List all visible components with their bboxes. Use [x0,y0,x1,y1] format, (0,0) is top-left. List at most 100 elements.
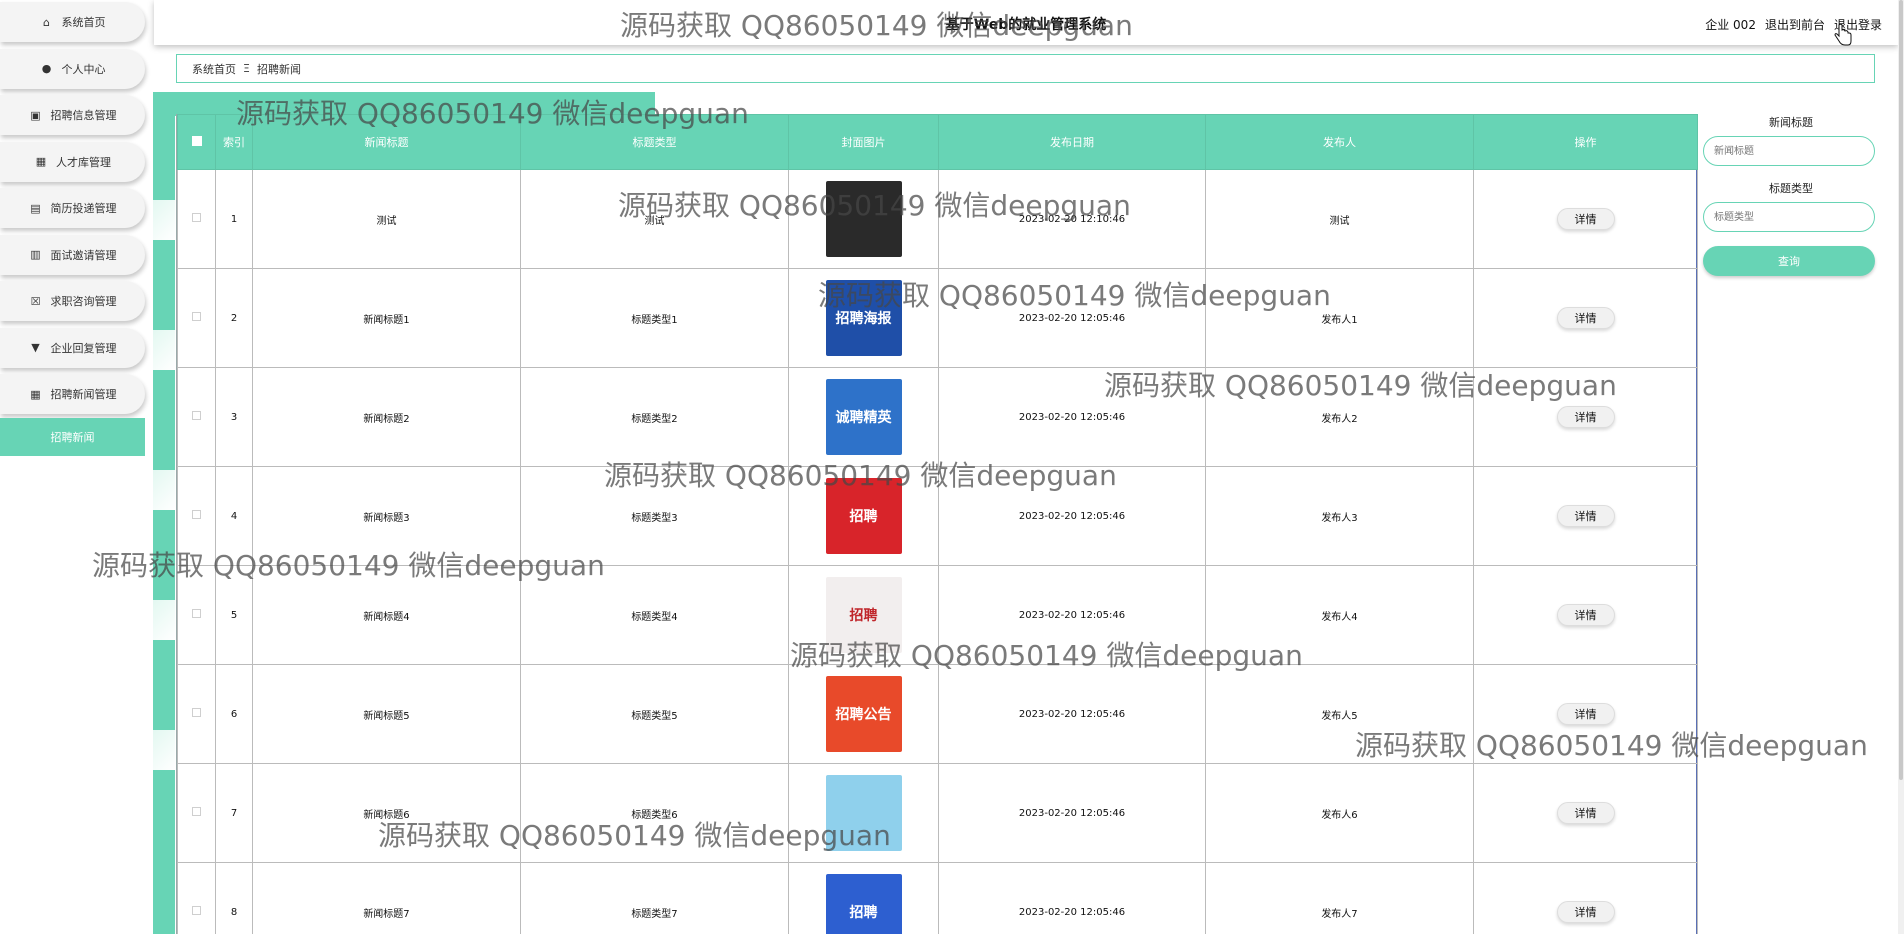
title-search-input[interactable] [1703,136,1875,166]
row-checkbox[interactable] [192,807,201,816]
cover-image-text: 招聘 [849,608,878,624]
detail-button[interactable]: 详情 [1556,703,1615,725]
row-checkbox[interactable] [192,510,201,519]
sidebar-item[interactable]: ▣ 招聘信息管理 [0,95,145,135]
sidebar-item-label: 个人中心 [61,62,106,76]
column-header: 发布人 [1205,114,1474,170]
sidebar-item-label: 简历投递管理 [50,202,117,215]
breadcrumb-separator-icon: Ξ [243,62,250,75]
news-table-container: 索引 新闻标题 标题类型 封面图片 发布日期 发布人 操作 1 测试 测试 2023-02-20 … [176,114,1698,934]
sidebar-subitem-active[interactable]: 招聘新闻 [0,418,145,456]
detail-button[interactable]: 详情 [1556,802,1615,824]
sidebar-item-label: 招聘新闻管理 [50,388,117,401]
row-index: 6 [215,664,253,764]
action-cell: 详情 [1473,466,1698,566]
breadcrumb-current: 招聘新闻 [256,62,301,76]
detail-button[interactable]: 详情 [1556,901,1615,923]
column-header: 标题类型 [520,114,789,170]
row-checkbox[interactable] [192,906,201,915]
publish-date: 2023-02-20 12:05:46 [938,466,1206,566]
cover-image-text: 招聘 [849,509,878,525]
detail-button[interactable]: 详情 [1556,208,1615,230]
action-cell: 详情 [1473,763,1698,863]
sidebar-item-label: 系统首页 [61,16,106,29]
select-all-checkbox[interactable] [191,135,202,146]
cover-image-text: 诚聘精英 [835,410,892,426]
publisher: 测试 [1205,169,1474,269]
sidebar-item-label: 人才库管理 [56,155,111,169]
row-index: 1 [215,169,253,269]
sidebar-item-label: 面试邀请管理 [50,248,117,262]
table-row: 3 新闻标题2 标题类型2 诚聘精英 2023-02-20 12:05:46 发布人2 详情 [177,367,1698,467]
briefcase-icon: ▣ [30,108,41,122]
table-body: 1 测试 测试 2023-02-20 12:10:46 测试 详情 2 新闻标题1 标题类型1 招… [177,169,1698,934]
cover-image: 招聘公告 [825,676,902,752]
row-checkbox[interactable] [192,609,201,618]
cover-image: 诚聘精英 [825,379,902,455]
app-title: 基于Web的就业管理系统 [945,17,1107,33]
row-checkbox[interactable] [192,411,201,420]
sidebar-item[interactable]: ▥ 面试邀请管理 [0,234,145,275]
sidebar-item[interactable]: ● 个人中心 [0,48,145,89]
table-row: 7 新闻标题6 标题类型6 2023-02-20 12:05:46 发布人6 详情 [177,763,1698,863]
sidebar-item[interactable]: ▤ 简历投递管理 [0,188,145,228]
breadcrumb-home[interactable]: 系统首页 [192,61,236,77]
sidebar-item[interactable]: ▦ 招聘新闻管理 [0,374,145,414]
publisher: 发布人2 [1205,367,1474,467]
row-select-cell [177,664,216,764]
action-cell: 详情 [1473,565,1698,665]
decor-stripe [153,470,175,510]
row-checkbox[interactable] [192,708,201,717]
cover-image-cell: 诚聘精英 [788,367,939,467]
title-type: 标题类型5 [520,664,789,764]
detail-button[interactable]: 详情 [1556,307,1615,329]
row-index: 7 [215,763,253,863]
type-search-input[interactable] [1703,202,1875,232]
close-box-icon: ☒ [30,294,41,308]
row-select-cell [177,169,216,269]
news-title: 新闻标题2 [252,367,521,467]
cover-image-text: 招聘公告 [835,707,892,723]
row-select-cell [177,367,216,467]
table-row: 6 新闻标题5 标题类型5 招聘公告 2023-02-20 12:05:46 发布人5 详情 [177,664,1698,764]
cover-image [825,775,902,851]
row-checkbox[interactable] [192,312,201,321]
publish-date: 2023-02-20 12:05:46 [938,565,1206,665]
news-table: 索引 新闻标题 标题类型 封面图片 发布日期 发布人 操作 1 测试 测试 2023-02-20 … [177,114,1698,934]
detail-button[interactable]: 详情 [1556,505,1615,527]
cover-image-cell: 招聘 [788,466,939,566]
publish-date: 2023-02-20 12:05:46 [938,862,1206,934]
news-title: 新闻标题3 [252,466,521,566]
publish-date: 2023-02-20 12:05:46 [938,367,1206,467]
action-cell: 详情 [1473,367,1698,467]
table-row: 5 新闻标题4 标题类型4 招聘 2023-02-20 12:05:46 发布人4 详情 [177,565,1698,665]
cover-image: 招聘 [825,478,902,554]
row-index: 8 [215,862,253,934]
publisher: 发布人7 [1205,862,1474,934]
select-all-header[interactable] [177,114,216,170]
row-checkbox[interactable] [192,213,201,222]
sidebar-item[interactable]: ▼ 企业回复管理 [0,327,145,368]
publish-date: 2023-02-20 12:10:46 [938,169,1206,269]
cover-image-cell: 招聘 [788,565,939,665]
page-scrollbar-thumb[interactable] [1899,0,1903,780]
detail-button[interactable]: 详情 [1556,604,1615,626]
cover-image: 招聘 [825,874,902,934]
sidebar-item[interactable]: ▦ 人才库管理 [0,141,145,182]
search-panel: 新闻标题 标题类型 查询 [1703,114,1879,276]
news-title: 新闻标题1 [252,268,521,368]
user-icon: ● [41,62,52,75]
row-select-cell [177,268,216,368]
news-title: 测试 [252,169,521,269]
action-cell: 详情 [1473,664,1698,764]
sidebar-item-label: 企业回复管理 [50,341,117,355]
detail-button[interactable]: 详情 [1556,406,1615,428]
to-front-link[interactable]: 退出到前台 [1765,16,1825,33]
publisher: 发布人6 [1205,763,1474,863]
search-button[interactable]: 查询 [1703,246,1875,276]
publisher: 发布人5 [1205,664,1474,764]
sidebar-item[interactable]: ⌂ 系统首页 [0,2,145,42]
news-title: 新闻标题4 [252,565,521,665]
sidebar-item[interactable]: ☒ 求职咨询管理 [0,281,145,321]
sidebar: ⌂ 系统首页 ● 个人中心 ▣ 招聘信息管理 ▦ 人才库管理 ▤ 简历投递管理 ▥ 面试邀请管理 ☒ 求职… [0,0,150,934]
